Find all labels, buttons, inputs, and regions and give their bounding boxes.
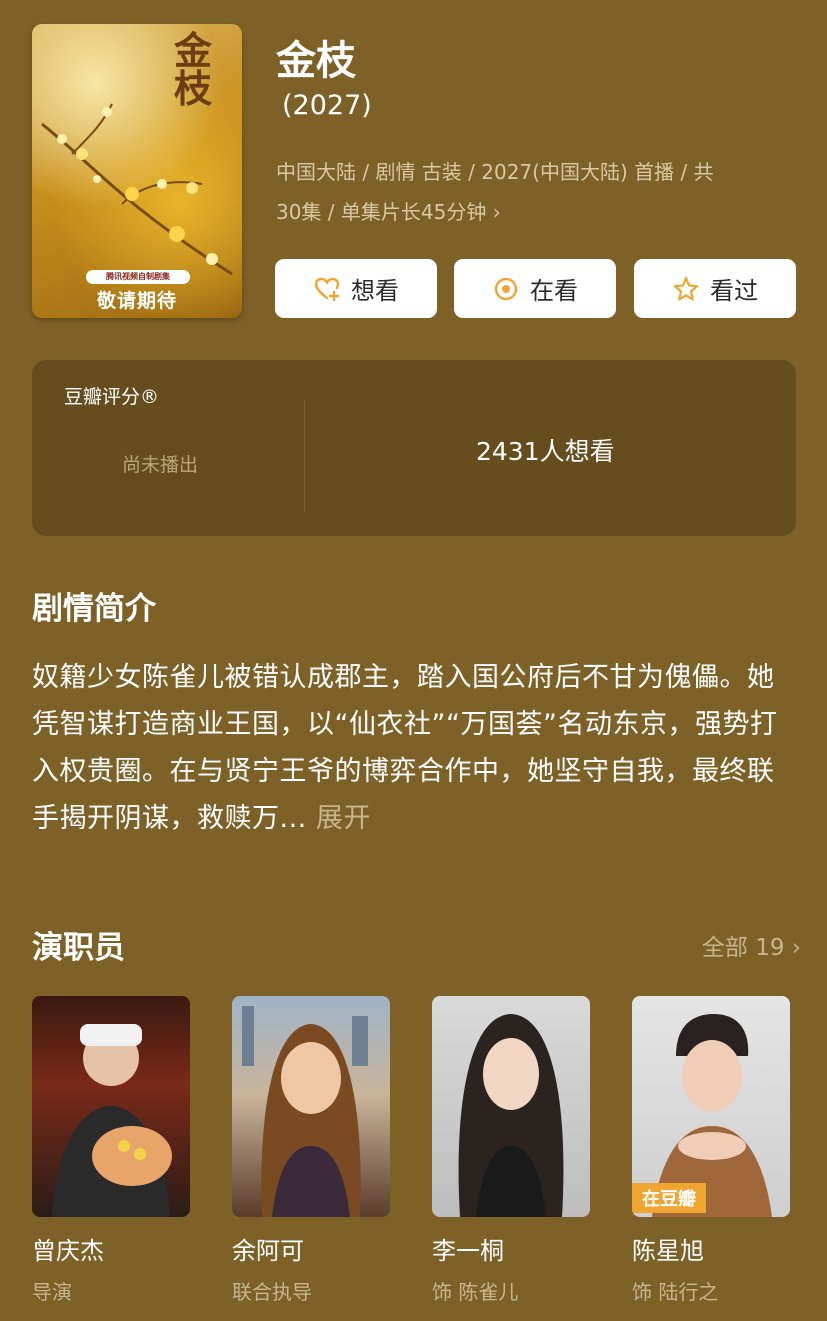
cast-all-link[interactable]: 全部 19 › bbox=[702, 928, 801, 962]
target-icon bbox=[494, 277, 518, 300]
cast-photo bbox=[232, 996, 390, 1217]
want-count: 2431人想看 bbox=[476, 437, 615, 466]
meta-line-2: 30集 / 单集片长45分钟 › bbox=[276, 192, 796, 232]
watched-label: 看过 bbox=[710, 277, 758, 305]
cast-role: 联合执导 bbox=[232, 1280, 312, 1304]
cast-photo bbox=[432, 996, 590, 1217]
rating-status: 尚未播出 bbox=[122, 454, 199, 476]
meta-line-1: 中国大陆 / 剧情 古装 / 2027(中国大陆) 首播 / 共 bbox=[276, 160, 714, 184]
poster-image[interactable]: 金枝 腾讯视频自制剧集 敬请期待 bbox=[32, 24, 242, 318]
watching-label: 在看 bbox=[530, 277, 578, 305]
show-title: 金枝 bbox=[276, 38, 356, 84]
want-to-watch-label: 想看 bbox=[351, 277, 399, 305]
cast-role: 饰 陆行之 bbox=[632, 1280, 719, 1304]
person-silhouette-icon bbox=[458, 1014, 564, 1217]
rating-card[interactable]: 豆瓣评分® 尚未播出 2431人想看 bbox=[32, 360, 796, 536]
synopsis-heading: 剧情简介 bbox=[32, 591, 156, 627]
synopsis-text[interactable]: 奴籍少女陈雀儿被错认成郡主，踏入国公府后不甘为傀儡。她凭智谋打造商业王国，以“仙… bbox=[32, 654, 794, 842]
poster-cta: 敬请期待 bbox=[96, 290, 177, 312]
cast-name: 陈星旭 bbox=[632, 1237, 704, 1265]
chevron-right-icon: › bbox=[492, 200, 501, 224]
expand-link[interactable]: 展开 bbox=[316, 803, 371, 834]
plum-blossom-illustration bbox=[41, 103, 233, 276]
cast-photo: 在豆瓣 bbox=[632, 996, 790, 1217]
person-silhouette-icon bbox=[242, 1006, 368, 1217]
poster-title-art: 金枝 bbox=[173, 28, 212, 111]
douban-tag: 在豆瓣 bbox=[632, 1183, 706, 1213]
cast-card[interactable]: 曾庆杰 导演 bbox=[32, 996, 190, 1305]
person-silhouette-icon bbox=[52, 1024, 172, 1217]
cast-name: 李一桐 bbox=[432, 1237, 504, 1265]
cast-photo bbox=[32, 996, 190, 1217]
watching-button[interactable]: 在看 bbox=[454, 259, 616, 318]
cast-card[interactable]: 在豆瓣 陈星旭 饰 陆行之 bbox=[632, 996, 790, 1305]
star-icon bbox=[673, 276, 699, 301]
watched-button[interactable]: 看过 bbox=[634, 259, 796, 318]
show-meta[interactable]: 中国大陆 / 剧情 古装 / 2027(中国大陆) 首播 / 共 30集 / 单… bbox=[276, 152, 796, 232]
rating-divider bbox=[304, 400, 305, 512]
want-to-watch-button[interactable]: 想看 bbox=[275, 259, 437, 318]
cast-name: 余阿可 bbox=[232, 1237, 304, 1265]
cast-card[interactable]: 李一桐 饰 陈雀儿 bbox=[432, 996, 590, 1305]
cast-role: 饰 陈雀儿 bbox=[432, 1280, 519, 1304]
douban-rating-label: 豆瓣评分® bbox=[64, 386, 160, 408]
heart-plus-icon bbox=[314, 277, 340, 301]
poster-badge: 腾讯视频自制剧集 bbox=[86, 270, 190, 284]
show-year: (2027) bbox=[282, 90, 372, 121]
cast-role: 导演 bbox=[32, 1280, 72, 1304]
meta-line-2-text: 30集 / 单集片长45分钟 bbox=[276, 200, 487, 224]
cast-card[interactable]: 余阿可 联合执导 bbox=[232, 996, 390, 1305]
synopsis-body: 奴籍少女陈雀儿被错认成郡主，踏入国公府后不甘为傀儡。她凭智谋打造商业王国，以“仙… bbox=[32, 662, 778, 834]
cast-heading: 演职员 bbox=[32, 930, 125, 966]
cast-name: 曾庆杰 bbox=[32, 1237, 104, 1265]
